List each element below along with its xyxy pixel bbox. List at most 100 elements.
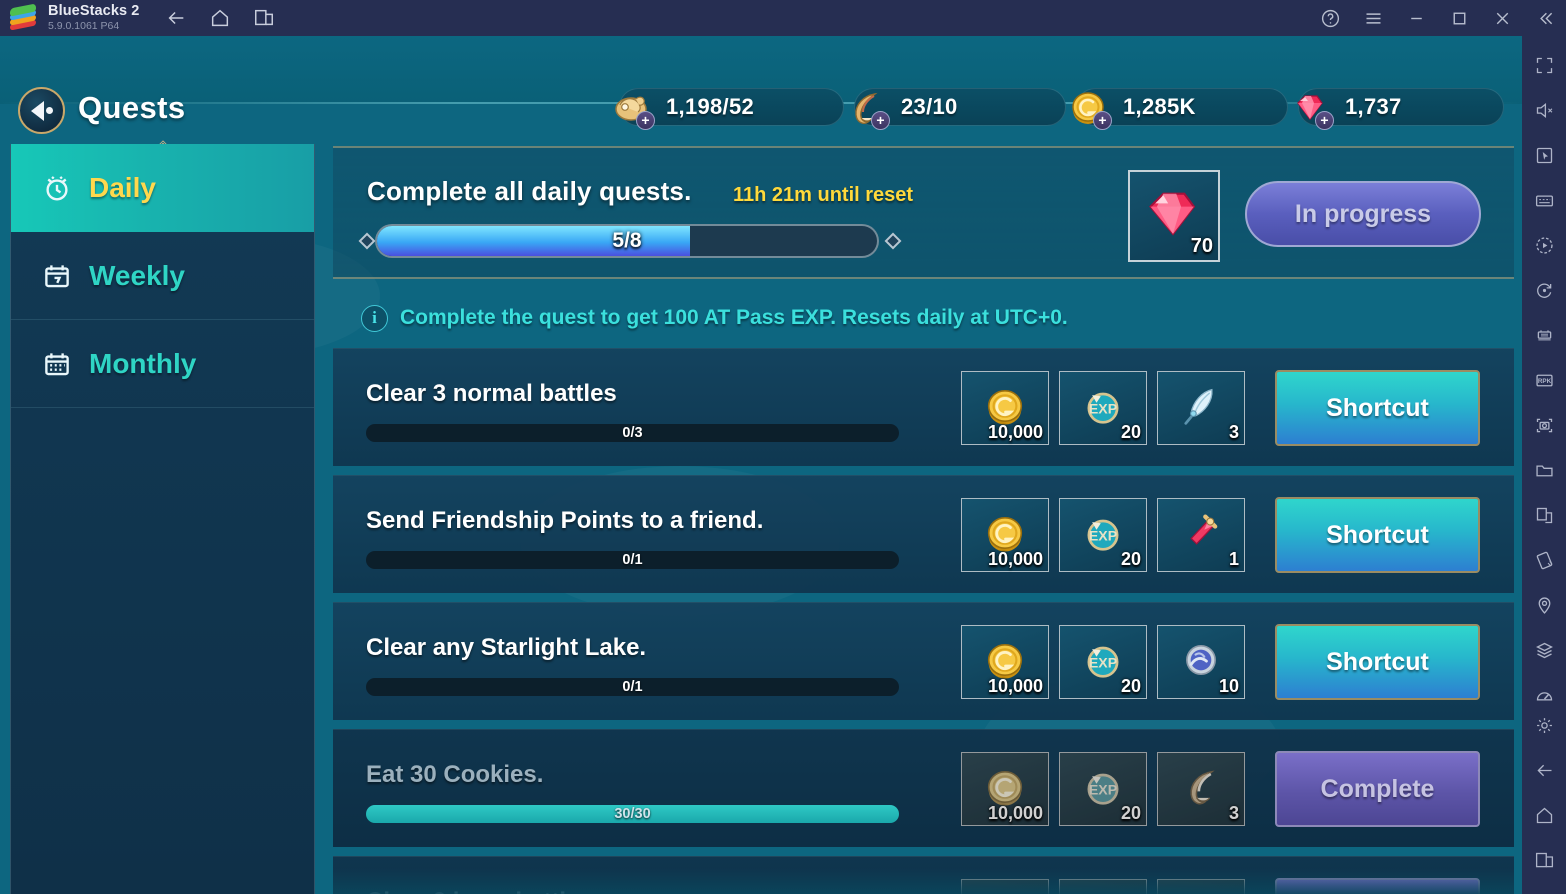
quest-action-button[interactable]: Complete bbox=[1275, 878, 1480, 894]
banner-reward-count: 70 bbox=[1190, 235, 1213, 257]
quest-title: Eat 30 Cookies. bbox=[366, 761, 544, 788]
gold-plus-button[interactable]: + bbox=[1093, 111, 1112, 130]
cursor-icon[interactable] bbox=[1527, 138, 1561, 172]
banner-reset-timer: 11h 21m until reset bbox=[733, 184, 914, 206]
reward-exp[interactable]: EXP bbox=[1059, 879, 1147, 894]
minimize-icon[interactable] bbox=[1405, 7, 1427, 29]
claw-icon bbox=[1190, 770, 1215, 805]
layers-icon[interactable] bbox=[1527, 633, 1561, 667]
quest-title: Send Friendship Points to a friend. bbox=[366, 507, 764, 534]
android-home-icon[interactable] bbox=[1527, 798, 1561, 832]
reward-gold[interactable]: 10,000 bbox=[961, 625, 1049, 699]
reward-count: 3 bbox=[1228, 422, 1239, 442]
svg-text:EXP: EXP bbox=[1089, 655, 1117, 671]
close-icon[interactable] bbox=[1491, 7, 1513, 29]
back-icon[interactable] bbox=[165, 7, 187, 29]
reward-pendant[interactable]: 1 bbox=[1157, 498, 1245, 572]
toolbar-bottom-group bbox=[1522, 708, 1566, 888]
red-pendant-icon bbox=[1190, 514, 1218, 545]
reward-count: 10,000 bbox=[987, 676, 1043, 696]
tilt-icon[interactable] bbox=[1527, 543, 1561, 577]
table-row[interactable]: Eat 30 Cookies. 30/30 10,000 EXP 20 3 Co… bbox=[333, 729, 1514, 847]
tab-monthly[interactable]: Monthly bbox=[11, 320, 314, 408]
claw-plus-button[interactable]: + bbox=[871, 111, 890, 130]
quest-action-button[interactable]: Shortcut bbox=[1275, 370, 1480, 446]
tab-daily[interactable]: Daily bbox=[11, 144, 314, 232]
quest-action-button[interactable]: Shortcut bbox=[1275, 624, 1480, 700]
banner-reward[interactable]: 70 bbox=[1128, 170, 1220, 262]
quest-title: Clear 3 normal battles bbox=[366, 380, 617, 407]
energy-plus-button[interactable]: + bbox=[636, 111, 655, 130]
bluestacks-toolbar: RPK bbox=[1522, 36, 1566, 894]
gem-plus-button[interactable]: + bbox=[1315, 111, 1334, 130]
android-recents-icon[interactable] bbox=[1527, 843, 1561, 877]
reward-gold[interactable] bbox=[961, 879, 1049, 894]
reward-gold[interactable]: 10,000 bbox=[961, 498, 1049, 572]
table-row[interactable]: Send Friendship Points to a friend. 0/1 bbox=[333, 475, 1514, 593]
performance-icon[interactable] bbox=[1527, 678, 1561, 712]
table-row[interactable]: Clear 3 normal battles 0/3 10,000 EXP 20… bbox=[333, 348, 1514, 466]
quest-progress-text: 0/1 bbox=[622, 679, 643, 695]
banner-claim-button[interactable]: In progress bbox=[1245, 181, 1481, 247]
reward-exp[interactable]: EXP 20 bbox=[1059, 498, 1147, 572]
reward-exp[interactable]: EXP 20 bbox=[1059, 371, 1147, 445]
location-icon[interactable] bbox=[1527, 588, 1561, 622]
screenshot-icon[interactable] bbox=[1527, 408, 1561, 442]
quest-rewards: 10,000 EXP 20 bbox=[961, 752, 1245, 826]
fullscreen-icon[interactable] bbox=[1527, 48, 1561, 82]
currency-bar: + 1,198/52 + 23/10 + 1,285K + 1,737 bbox=[615, 88, 1504, 130]
keyboard-controls-icon[interactable] bbox=[1527, 183, 1561, 217]
quest-action-button[interactable]: Shortcut bbox=[1275, 497, 1480, 573]
energy-currency[interactable]: + 1,198/52 bbox=[615, 88, 844, 130]
table-row[interactable]: Clear any Starlight Lake. 0/1 10,000 EXP… bbox=[333, 602, 1514, 720]
reward-gold[interactable]: 10,000 bbox=[961, 752, 1049, 826]
reward-gold[interactable]: 10,000 bbox=[961, 371, 1049, 445]
android-back-icon[interactable] bbox=[1527, 753, 1561, 787]
tab-weekly[interactable]: Weekly bbox=[11, 232, 314, 320]
reward-claw[interactable]: 3 bbox=[1157, 752, 1245, 826]
gold-currency[interactable]: + 1,285K bbox=[1072, 88, 1288, 130]
reward-claw[interactable] bbox=[1157, 879, 1245, 894]
feather-icon bbox=[1184, 388, 1213, 425]
reward-exp[interactable]: EXP 20 bbox=[1059, 625, 1147, 699]
claw-currency[interactable]: + 23/10 bbox=[854, 88, 1066, 130]
macro-record-icon[interactable] bbox=[1527, 228, 1561, 262]
reward-exp[interactable]: EXP 20 bbox=[1059, 752, 1147, 826]
quest-progress-bar: 0/3 bbox=[366, 424, 899, 442]
reward-medallion[interactable]: 10 bbox=[1157, 625, 1245, 699]
progress-right-ornament bbox=[884, 232, 902, 250]
quest-progress-bar: 0/1 bbox=[366, 678, 899, 696]
back-button[interactable] bbox=[18, 87, 65, 134]
reward-count: 1 bbox=[1228, 549, 1239, 569]
reward-count: 20 bbox=[1120, 422, 1141, 442]
energy-value: 1,198/52 bbox=[666, 94, 755, 119]
tab-daily-label: Daily bbox=[89, 172, 156, 203]
multi-instance-icon[interactable] bbox=[253, 7, 275, 29]
maximize-icon[interactable] bbox=[1448, 7, 1470, 29]
quest-list[interactable]: Clear 3 normal battles 0/3 10,000 EXP 20… bbox=[333, 348, 1514, 894]
quest-rewards: 10,000 EXP 20 bbox=[961, 498, 1245, 572]
help-icon[interactable] bbox=[1319, 7, 1341, 29]
reward-count: 20 bbox=[1120, 549, 1141, 569]
menu-icon[interactable] bbox=[1362, 7, 1384, 29]
home-icon[interactable] bbox=[209, 7, 231, 29]
gem-currency[interactable]: + 1,737 bbox=[1297, 88, 1504, 130]
window-controls bbox=[1319, 0, 1556, 36]
quest-type-sidebar: Daily Weekly Monthly bbox=[10, 144, 315, 894]
quest-progress-text: 0/3 bbox=[622, 425, 643, 441]
rotate-icon[interactable] bbox=[1527, 273, 1561, 307]
banner-title: Complete all daily quests. bbox=[367, 176, 692, 206]
multi-instance-sync-icon[interactable] bbox=[1527, 498, 1561, 532]
table-row[interactable]: Clear 3 boss battles. bbox=[333, 856, 1514, 894]
media-folder-icon[interactable] bbox=[1527, 453, 1561, 487]
quest-action-button[interactable]: Complete bbox=[1275, 751, 1480, 827]
settings-gear-icon[interactable] bbox=[1527, 708, 1561, 742]
collapse-icon[interactable] bbox=[1534, 7, 1556, 29]
eco-mode-icon[interactable] bbox=[1527, 318, 1561, 352]
quest-progress-text: 30/30 bbox=[614, 806, 651, 822]
reward-feather[interactable]: 3 bbox=[1157, 371, 1245, 445]
mute-icon[interactable] bbox=[1527, 93, 1561, 127]
rpk-icon[interactable]: RPK bbox=[1527, 363, 1561, 397]
svg-text:EXP: EXP bbox=[1089, 782, 1117, 798]
svg-text:RPK: RPK bbox=[1537, 378, 1551, 385]
